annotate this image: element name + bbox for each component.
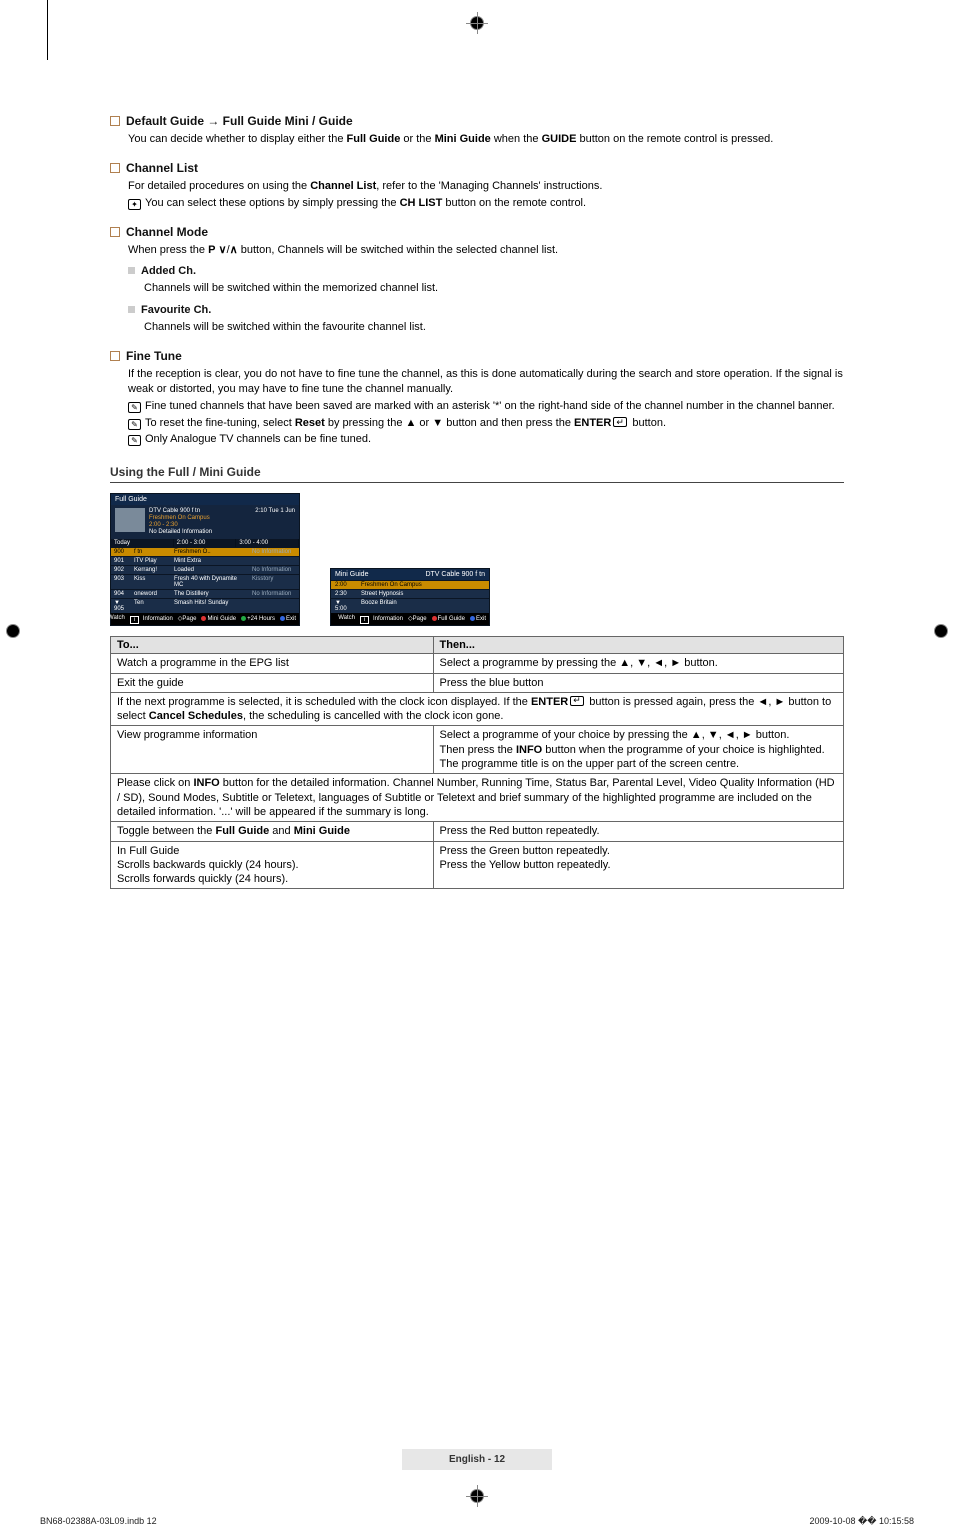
section-channel-mode: Channel Mode When press the P ∨/∧ button… bbox=[110, 225, 844, 336]
bullet-icon bbox=[110, 227, 120, 237]
table-header: Then... bbox=[433, 637, 843, 654]
paragraph: You can decide whether to display either… bbox=[128, 132, 844, 147]
doc-filename: BN68-02388A-03L09.indb 12 bbox=[40, 1516, 157, 1527]
mini-guide-preview: Mini GuideDTV Cable 900 f tn 2:00Freshme… bbox=[330, 568, 490, 626]
note: ✎To reset the fine-tuning, select Reset … bbox=[128, 416, 844, 431]
instruction-table: To... Then... Watch a programme in the E… bbox=[110, 636, 844, 889]
blue-dot-icon bbox=[280, 616, 285, 621]
table-row: In Full Guide Scrolls backwards quickly … bbox=[111, 841, 844, 889]
bullet-icon bbox=[110, 351, 120, 361]
green-dot-icon bbox=[241, 616, 246, 621]
heading: Default Guide → Full Guide Mini / Guide bbox=[126, 114, 353, 128]
section-fine-tune: Fine Tune If the reception is clear, you… bbox=[110, 349, 844, 447]
table-row: View programme information Select a prog… bbox=[111, 726, 844, 774]
table-row: If the next programme is selected, it is… bbox=[111, 692, 844, 726]
paragraph: Channels will be switched within the mem… bbox=[144, 281, 844, 296]
enter-icon bbox=[570, 696, 584, 706]
thumbnail bbox=[115, 508, 145, 532]
heading: Channel Mode bbox=[126, 225, 208, 239]
guide-row: 2:30Street Hypnosis bbox=[331, 589, 489, 598]
table-row: Exit the guide Press the blue button bbox=[111, 673, 844, 692]
table-row: Watch a programme in the EPG list Select… bbox=[111, 654, 844, 673]
note: ✎Fine tuned channels that have been save… bbox=[128, 399, 844, 414]
bullet-icon bbox=[110, 163, 120, 173]
note-icon: ✎ bbox=[128, 402, 141, 413]
guide-row: ▼ 905TenSmash Hits! Sunday bbox=[111, 598, 299, 613]
red-dot-icon bbox=[432, 616, 437, 621]
heading: Fine Tune bbox=[126, 349, 182, 363]
sub-bullet-icon bbox=[128, 267, 135, 274]
section-channel-list: Channel List For detailed procedures on … bbox=[110, 161, 844, 211]
section-title-using-guide: Using the Full / Mini Guide bbox=[110, 465, 844, 483]
note: ✦You can select these options by simply … bbox=[128, 196, 844, 211]
doc-timestamp: 2009-10-08 �� 10:15:58 bbox=[809, 1516, 914, 1527]
table-row: Please click on INFO button for the deta… bbox=[111, 774, 844, 822]
paragraph: For detailed procedures on using the Cha… bbox=[128, 179, 844, 194]
guide-row: 900f tnFreshmen O..No Information bbox=[111, 547, 299, 556]
note: ✎Only Analogue TV channels can be fine t… bbox=[128, 432, 844, 447]
paragraph: When press the P ∨/∧ button, Channels wi… bbox=[128, 243, 844, 258]
sub-bullet-icon bbox=[128, 306, 135, 313]
guide-screenshots: Full Guide DTV Cable 900 f tn2:10 Tue 1 … bbox=[110, 493, 844, 626]
remote-icon: ✦ bbox=[128, 199, 141, 210]
guide-row: 904onewordThe DistilleryNo Information bbox=[111, 589, 299, 598]
page-footer: English - 12 bbox=[402, 1449, 552, 1470]
guide-row: 901ITV PlayMint Extra bbox=[111, 556, 299, 565]
info-icon: i bbox=[130, 616, 139, 624]
table-row: Toggle between the Full Guide and Mini G… bbox=[111, 822, 844, 841]
bullet-icon bbox=[110, 116, 120, 126]
subheading: Favourite Ch. bbox=[141, 304, 211, 316]
down-icon: ∨ bbox=[219, 244, 227, 256]
full-guide-preview: Full Guide DTV Cable 900 f tn2:10 Tue 1 … bbox=[110, 493, 300, 626]
blue-dot-icon bbox=[470, 616, 475, 621]
enter-icon bbox=[613, 417, 627, 427]
full-guide-title: Full Guide bbox=[111, 494, 299, 505]
guide-row: 2:00Freshmen On Campus bbox=[331, 580, 489, 589]
up-icon: ∧ bbox=[230, 244, 238, 256]
table-header: To... bbox=[111, 637, 434, 654]
registration-mark-bottom bbox=[466, 1485, 488, 1507]
guide-row: ▼ 5:00Booze Britain bbox=[331, 598, 489, 613]
paragraph: If the reception is clear, you do not ha… bbox=[128, 367, 844, 397]
info-icon: i bbox=[360, 616, 369, 624]
subheading: Added Ch. bbox=[141, 265, 196, 277]
heading: Channel List bbox=[126, 161, 198, 175]
red-dot-icon bbox=[201, 616, 206, 621]
guide-row: 903KissFresh 40 with Dynamite MCKisstory bbox=[111, 574, 299, 589]
guide-row: 902Kerrang!LoadedNo Information bbox=[111, 565, 299, 574]
note-icon: ✎ bbox=[128, 435, 141, 446]
note-icon: ✎ bbox=[128, 419, 141, 430]
page-content: Default Guide → Full Guide Mini / Guide … bbox=[0, 0, 954, 1510]
paragraph: Channels will be switched within the fav… bbox=[144, 320, 844, 335]
print-metadata: BN68-02388A-03L09.indb 12 2009-10-08 �� … bbox=[0, 1510, 954, 1537]
section-default-guide: Default Guide → Full Guide Mini / Guide … bbox=[110, 114, 844, 147]
